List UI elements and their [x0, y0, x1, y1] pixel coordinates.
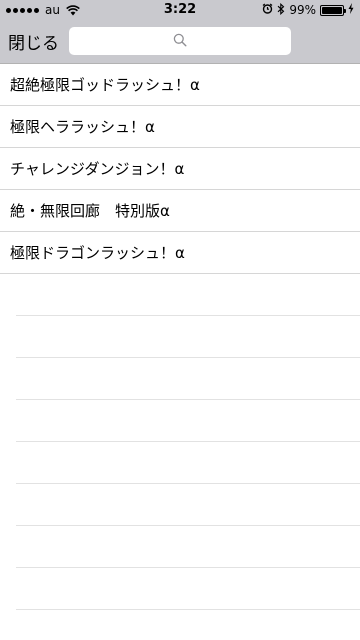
- list-item[interactable]: チャレンジダンジョン！α: [0, 148, 360, 190]
- empty-row: [16, 526, 360, 568]
- empty-row: [16, 442, 360, 484]
- search-input[interactable]: [69, 27, 291, 55]
- list-item[interactable]: 超絶極限ゴッドラッシュ！α: [0, 64, 360, 106]
- empty-row: [16, 316, 360, 358]
- alarm-icon: [262, 3, 273, 17]
- bluetooth-icon: [277, 2, 285, 18]
- nav-bar: 閉じる: [0, 20, 360, 64]
- empty-row: [16, 484, 360, 526]
- battery-fill: [322, 6, 342, 14]
- list-item[interactable]: 絶・無限回廊 特別版α: [0, 190, 360, 232]
- empty-row: [16, 274, 360, 316]
- battery-icon: [320, 4, 346, 16]
- empty-row: [16, 400, 360, 442]
- status-right: 99%: [262, 2, 354, 18]
- close-button[interactable]: 閉じる: [8, 29, 59, 54]
- dungeon-list: 超絶極限ゴッドラッシュ！α 極限ヘララッシュ！α チャレンジダンジョン！α 絶・…: [0, 64, 360, 274]
- list-item[interactable]: 極限ヘララッシュ！α: [0, 106, 360, 148]
- battery-percent: 99%: [289, 3, 316, 17]
- empty-rows: [0, 274, 360, 610]
- empty-row: [16, 358, 360, 400]
- status-bar: au 3:22 99%: [0, 0, 360, 20]
- list-item[interactable]: 極限ドラゴンラッシュ！α: [0, 232, 360, 274]
- charging-icon: [348, 3, 354, 17]
- search-box[interactable]: [69, 27, 291, 55]
- empty-row: [16, 568, 360, 610]
